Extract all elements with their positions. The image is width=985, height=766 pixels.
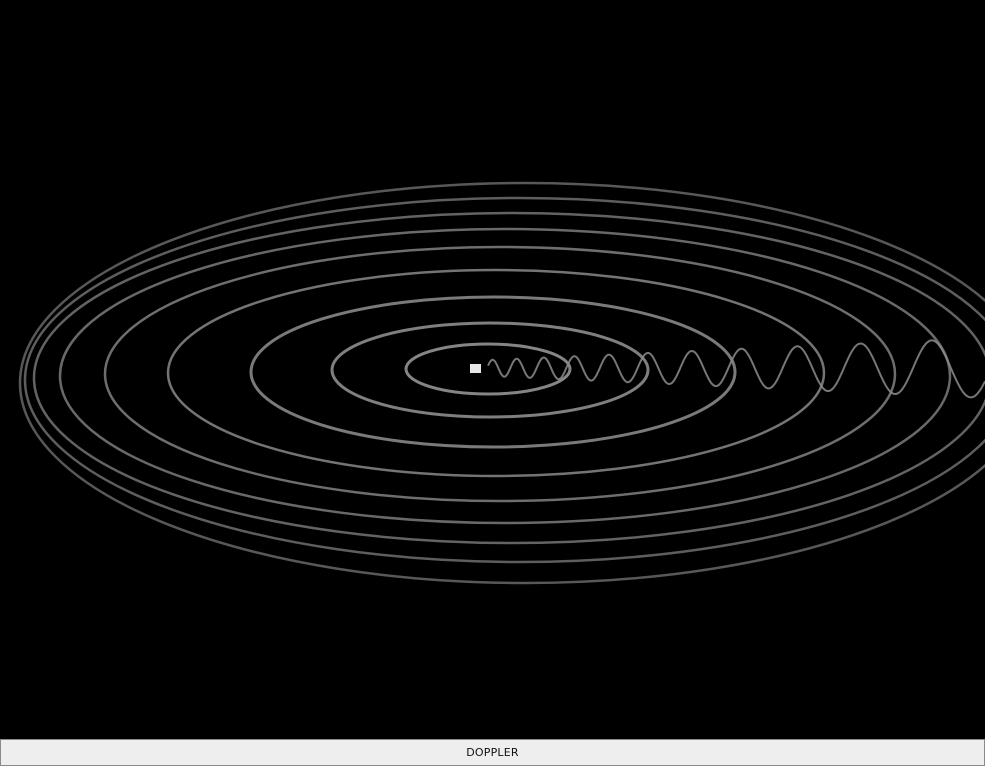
wavefront-rings bbox=[18, 181, 985, 585]
caption-label: DOPPLER bbox=[466, 746, 519, 759]
wavefront-ring bbox=[249, 295, 737, 449]
wavefront-ring bbox=[330, 321, 650, 419]
wavefront-ring bbox=[404, 342, 572, 396]
source-dot bbox=[470, 364, 481, 373]
doppler-animation-canvas bbox=[0, 0, 985, 739]
doppler-sine-wave bbox=[487, 339, 985, 399]
wavefront-drawing bbox=[18, 181, 985, 585]
doppler-caption-button[interactable]: DOPPLER bbox=[0, 739, 985, 766]
wavefront-ring bbox=[103, 245, 897, 503]
wavefront-ring bbox=[32, 211, 985, 545]
